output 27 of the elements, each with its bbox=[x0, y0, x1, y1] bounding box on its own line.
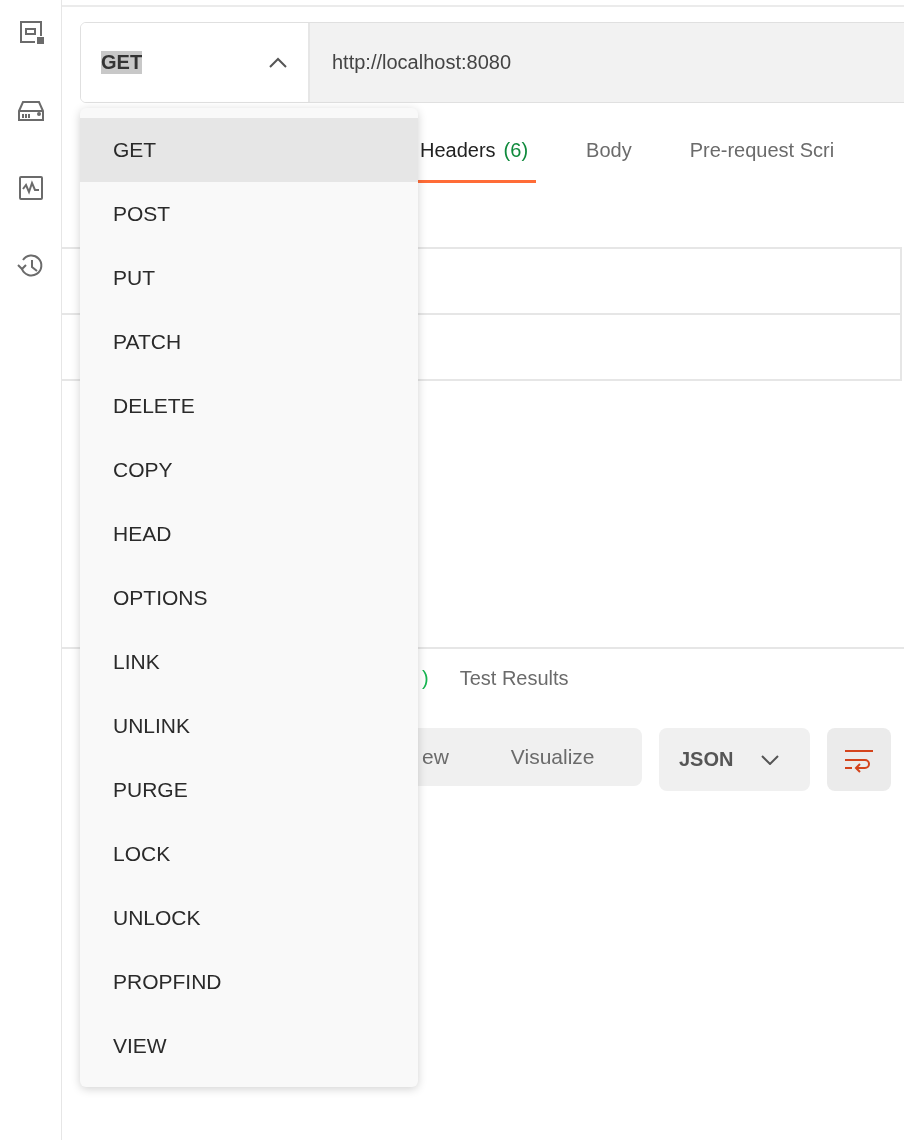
response-tab[interactable]: Test Results bbox=[459, 667, 569, 693]
url-field[interactable]: http://localhost:8080 bbox=[310, 23, 904, 102]
method-option[interactable]: HEAD bbox=[80, 502, 418, 566]
request-tab[interactable]: Pre-request Scri bbox=[687, 120, 843, 183]
method-option[interactable]: GET bbox=[80, 118, 418, 182]
method-option[interactable]: PATCH bbox=[80, 310, 418, 374]
method-option[interactable]: UNLOCK bbox=[80, 886, 418, 950]
method-option[interactable]: LINK bbox=[80, 630, 418, 694]
wrap-lines-button[interactable] bbox=[827, 728, 891, 791]
method-option[interactable]: COPY bbox=[80, 438, 418, 502]
method-option[interactable]: UNLINK bbox=[80, 694, 418, 758]
method-option[interactable]: LOCK bbox=[80, 822, 418, 886]
method-option[interactable]: PROPFIND bbox=[80, 950, 418, 1014]
method-option[interactable]: PURGE bbox=[80, 758, 418, 822]
method-option[interactable]: VIEW bbox=[80, 1014, 418, 1078]
method-option[interactable]: OPTIONS bbox=[80, 566, 418, 630]
chevron-down-icon bbox=[761, 754, 780, 765]
method-option[interactable]: DELETE bbox=[80, 374, 418, 438]
view-mode-option[interactable]: Visualize bbox=[510, 745, 595, 769]
request-tab[interactable]: Body bbox=[584, 120, 640, 183]
format-dropdown[interactable]: JSON bbox=[659, 728, 810, 791]
method-select[interactable]: GET bbox=[81, 23, 310, 102]
view-mode-option[interactable]: ew bbox=[422, 745, 449, 769]
method-option[interactable]: PUT bbox=[80, 246, 418, 310]
chevron-up-icon bbox=[268, 56, 288, 69]
method-option[interactable]: POST bbox=[80, 182, 418, 246]
method-value: GET bbox=[101, 51, 143, 74]
